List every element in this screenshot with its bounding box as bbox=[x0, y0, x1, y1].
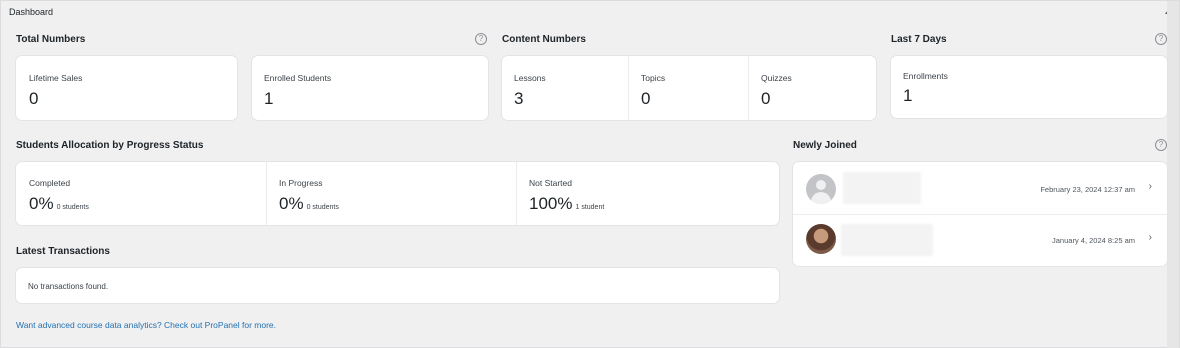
no-transactions-text: No transactions found. bbox=[28, 282, 109, 291]
joined-date: February 23, 2024 12:37 am bbox=[1040, 185, 1135, 194]
enrollments-card: Enrollments 1 bbox=[891, 56, 1167, 118]
topics-label: Topics bbox=[641, 73, 666, 83]
completed-percent: 0% bbox=[29, 194, 54, 213]
progress-status-heading: Students Allocation by Progress Status bbox=[16, 140, 204, 151]
completed-label: Completed bbox=[29, 178, 71, 188]
newly-joined-heading: Newly Joined bbox=[793, 140, 857, 151]
enrolled-students-value: 1 bbox=[264, 89, 274, 108]
in-progress-count: 0 students bbox=[306, 204, 339, 211]
topics-value: 0 bbox=[641, 89, 651, 108]
not-started-percent: 100% bbox=[529, 194, 573, 213]
lifetime-sales-card: Lifetime Sales 0 bbox=[16, 56, 237, 120]
in-progress-value: 0% 0 students bbox=[279, 194, 339, 214]
completed-count: 0 students bbox=[56, 204, 89, 211]
divider bbox=[628, 56, 629, 120]
user-name-redacted bbox=[841, 224, 933, 256]
in-progress-label: In Progress bbox=[279, 178, 323, 188]
photo-avatar bbox=[806, 224, 836, 254]
content-numbers-card: Lessons 3 Topics 0 Quizzes 0 bbox=[502, 56, 876, 120]
transactions-card: No transactions found. bbox=[16, 268, 779, 303]
lifetime-sales-label: Lifetime Sales bbox=[29, 73, 83, 83]
enrolled-students-card: Enrolled Students 1 bbox=[252, 56, 488, 120]
enrollments-label: Enrollments bbox=[903, 71, 948, 81]
lessons-label: Lessons bbox=[514, 73, 546, 83]
not-started-label: Not Started bbox=[529, 178, 572, 188]
latest-transactions-heading: Latest Transactions bbox=[16, 246, 110, 257]
divider bbox=[748, 56, 749, 120]
newly-joined-card: February 23, 2024 12:37 am › January 4, … bbox=[793, 162, 1167, 266]
enrolled-students-label: Enrolled Students bbox=[264, 73, 332, 83]
total-numbers-heading: Total Numbers bbox=[16, 34, 86, 45]
last-7-days-heading: Last 7 Days bbox=[891, 34, 947, 45]
dashboard-panel: Dashboard Total Numbers ? Lifetime Sales… bbox=[0, 0, 1180, 348]
propanel-link[interactable]: Want advanced course data analytics? Che… bbox=[16, 320, 276, 330]
list-item[interactable]: January 4, 2024 8:25 am › bbox=[793, 214, 1167, 266]
default-avatar bbox=[806, 174, 836, 204]
completed-value: 0% 0 students bbox=[29, 194, 89, 214]
content-numbers-heading: Content Numbers bbox=[502, 34, 586, 45]
joined-date: January 4, 2024 8:25 am bbox=[1052, 236, 1135, 245]
in-progress-percent: 0% bbox=[279, 194, 304, 213]
enrollments-value: 1 bbox=[903, 86, 913, 105]
progress-status-card: Completed 0% 0 students In Progress 0% 0 s… bbox=[16, 162, 779, 225]
panel-title: Dashboard bbox=[9, 7, 54, 17]
list-item[interactable]: February 23, 2024 12:37 am › bbox=[793, 162, 1167, 214]
chevron-right-icon[interactable]: › bbox=[1149, 232, 1152, 243]
help-icon[interactable]: ? bbox=[1155, 139, 1167, 151]
user-name-redacted bbox=[843, 172, 921, 204]
quizzes-label: Quizzes bbox=[761, 73, 792, 83]
divider bbox=[266, 162, 267, 225]
lifetime-sales-value: 0 bbox=[29, 89, 39, 108]
help-icon[interactable]: ? bbox=[475, 33, 487, 45]
chevron-right-icon[interactable]: › bbox=[1149, 181, 1152, 192]
divider bbox=[516, 162, 517, 225]
lessons-value: 3 bbox=[514, 89, 524, 108]
scrollbar[interactable] bbox=[1167, 1, 1179, 348]
quizzes-value: 0 bbox=[761, 89, 771, 108]
not-started-value: 100% 1 student bbox=[529, 194, 604, 214]
help-icon[interactable]: ? bbox=[1155, 33, 1167, 45]
not-started-count: 1 student bbox=[575, 204, 605, 211]
